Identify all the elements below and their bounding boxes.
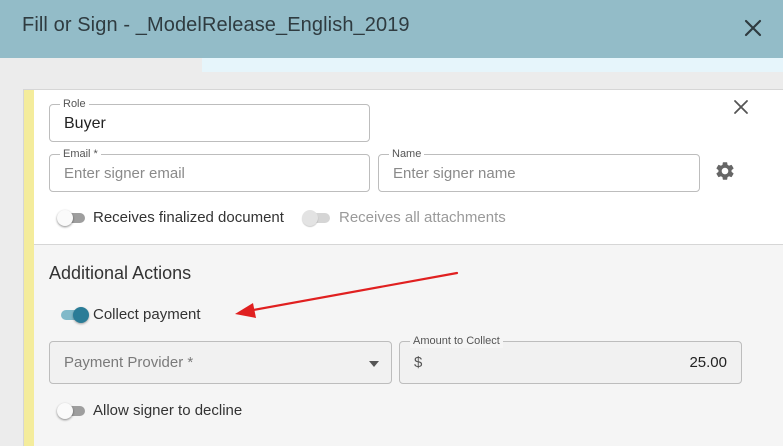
gear-icon[interactable] [714,160,736,182]
name-input[interactable] [379,155,699,191]
collect-payment-toggle[interactable] [59,307,89,323]
allow-decline-label: Allow signer to decline [93,402,243,419]
amount-to-collect-field[interactable]: Amount to Collect $ 25.00 [399,334,742,384]
dialog-title: Fill or Sign - _ModelRelease_English_201… [22,14,410,36]
role-field[interactable]: Role Buyer [49,97,370,142]
close-icon[interactable] [741,16,765,40]
name-label: Name [389,147,425,161]
caret-down-icon [369,361,379,367]
receives-finalized-label: Receives finalized document [93,209,284,226]
amount-value: 25.00 [689,354,727,371]
receives-finalized-toggle[interactable] [57,210,87,226]
dialog-title-bar: Fill or Sign - _ModelRelease_English_201… [0,0,783,58]
receives-attachments-toggle[interactable] [302,210,332,226]
email-field-container: Email * [49,147,370,192]
role-value: Buyer [64,115,106,132]
signer-color-marker [24,90,34,446]
payment-provider-placeholder: Payment Provider * [64,354,194,371]
additional-actions-title: Additional Actions [49,263,192,283]
info-strip [202,58,783,72]
allow-decline-toggle[interactable] [57,403,87,419]
name-field-container: Name [378,147,700,192]
role-label: Role [60,97,89,111]
currency-symbol: $ [414,354,423,371]
remove-signer-close-icon[interactable] [732,98,750,116]
amount-label: Amount to Collect [410,334,503,348]
email-label: Email * [60,147,101,161]
collect-payment-label: Collect payment [93,306,201,323]
receives-attachments-label: Receives all attachments [339,209,506,226]
payment-provider-select[interactable]: Payment Provider * [49,341,392,384]
